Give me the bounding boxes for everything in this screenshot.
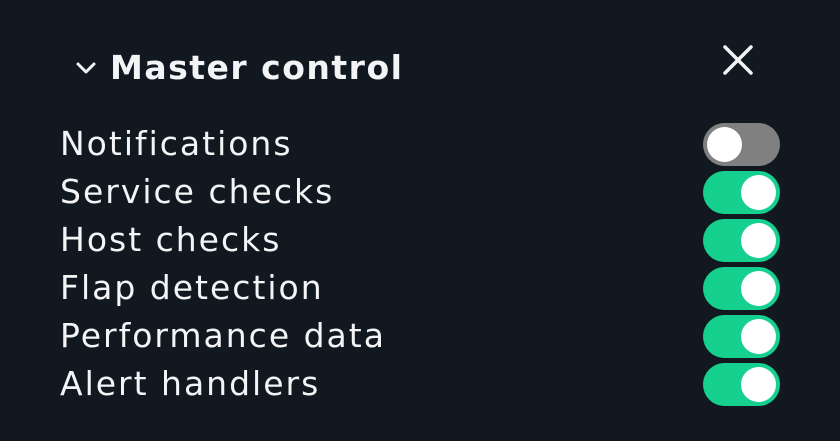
toggle-knob xyxy=(707,126,742,162)
control-label: Alert handlers xyxy=(60,364,321,403)
host-checks-toggle[interactable] xyxy=(703,218,780,262)
panel-title: Master control xyxy=(110,48,404,87)
close-icon xyxy=(722,44,754,80)
control-row-host-checks: Host checks xyxy=(60,216,780,264)
control-row-performance-data: Performance data xyxy=(60,312,780,360)
control-row-service-checks: Service checks xyxy=(60,168,780,216)
toggle-knob xyxy=(741,366,776,402)
control-label: Notifications xyxy=(60,124,293,163)
control-row-alert-handlers: Alert handlers xyxy=(60,360,780,408)
chevron-down-icon[interactable] xyxy=(72,54,100,82)
control-row-flap-detection: Flap detection xyxy=(60,264,780,312)
control-label: Service checks xyxy=(60,172,335,211)
control-label: Host checks xyxy=(60,220,282,259)
toggle-knob xyxy=(741,222,776,258)
control-row-notifications: Notifications xyxy=(60,120,780,168)
master-control-panel: Master control Notifications Service che… xyxy=(0,0,840,441)
control-label: Flap detection xyxy=(60,268,324,307)
toggle-knob xyxy=(741,270,776,306)
service-checks-toggle[interactable] xyxy=(703,170,780,214)
toggle-knob xyxy=(741,318,776,354)
performance-data-toggle[interactable] xyxy=(703,314,780,358)
controls-list: Notifications Service checks Host checks… xyxy=(60,120,780,408)
notifications-toggle[interactable] xyxy=(703,122,780,166)
close-button[interactable] xyxy=(716,40,760,84)
alert-handlers-toggle[interactable] xyxy=(703,362,780,406)
flap-detection-toggle[interactable] xyxy=(703,266,780,310)
control-label: Performance data xyxy=(60,316,386,355)
toggle-knob xyxy=(741,174,776,210)
master-control-header[interactable]: Master control xyxy=(72,44,403,92)
